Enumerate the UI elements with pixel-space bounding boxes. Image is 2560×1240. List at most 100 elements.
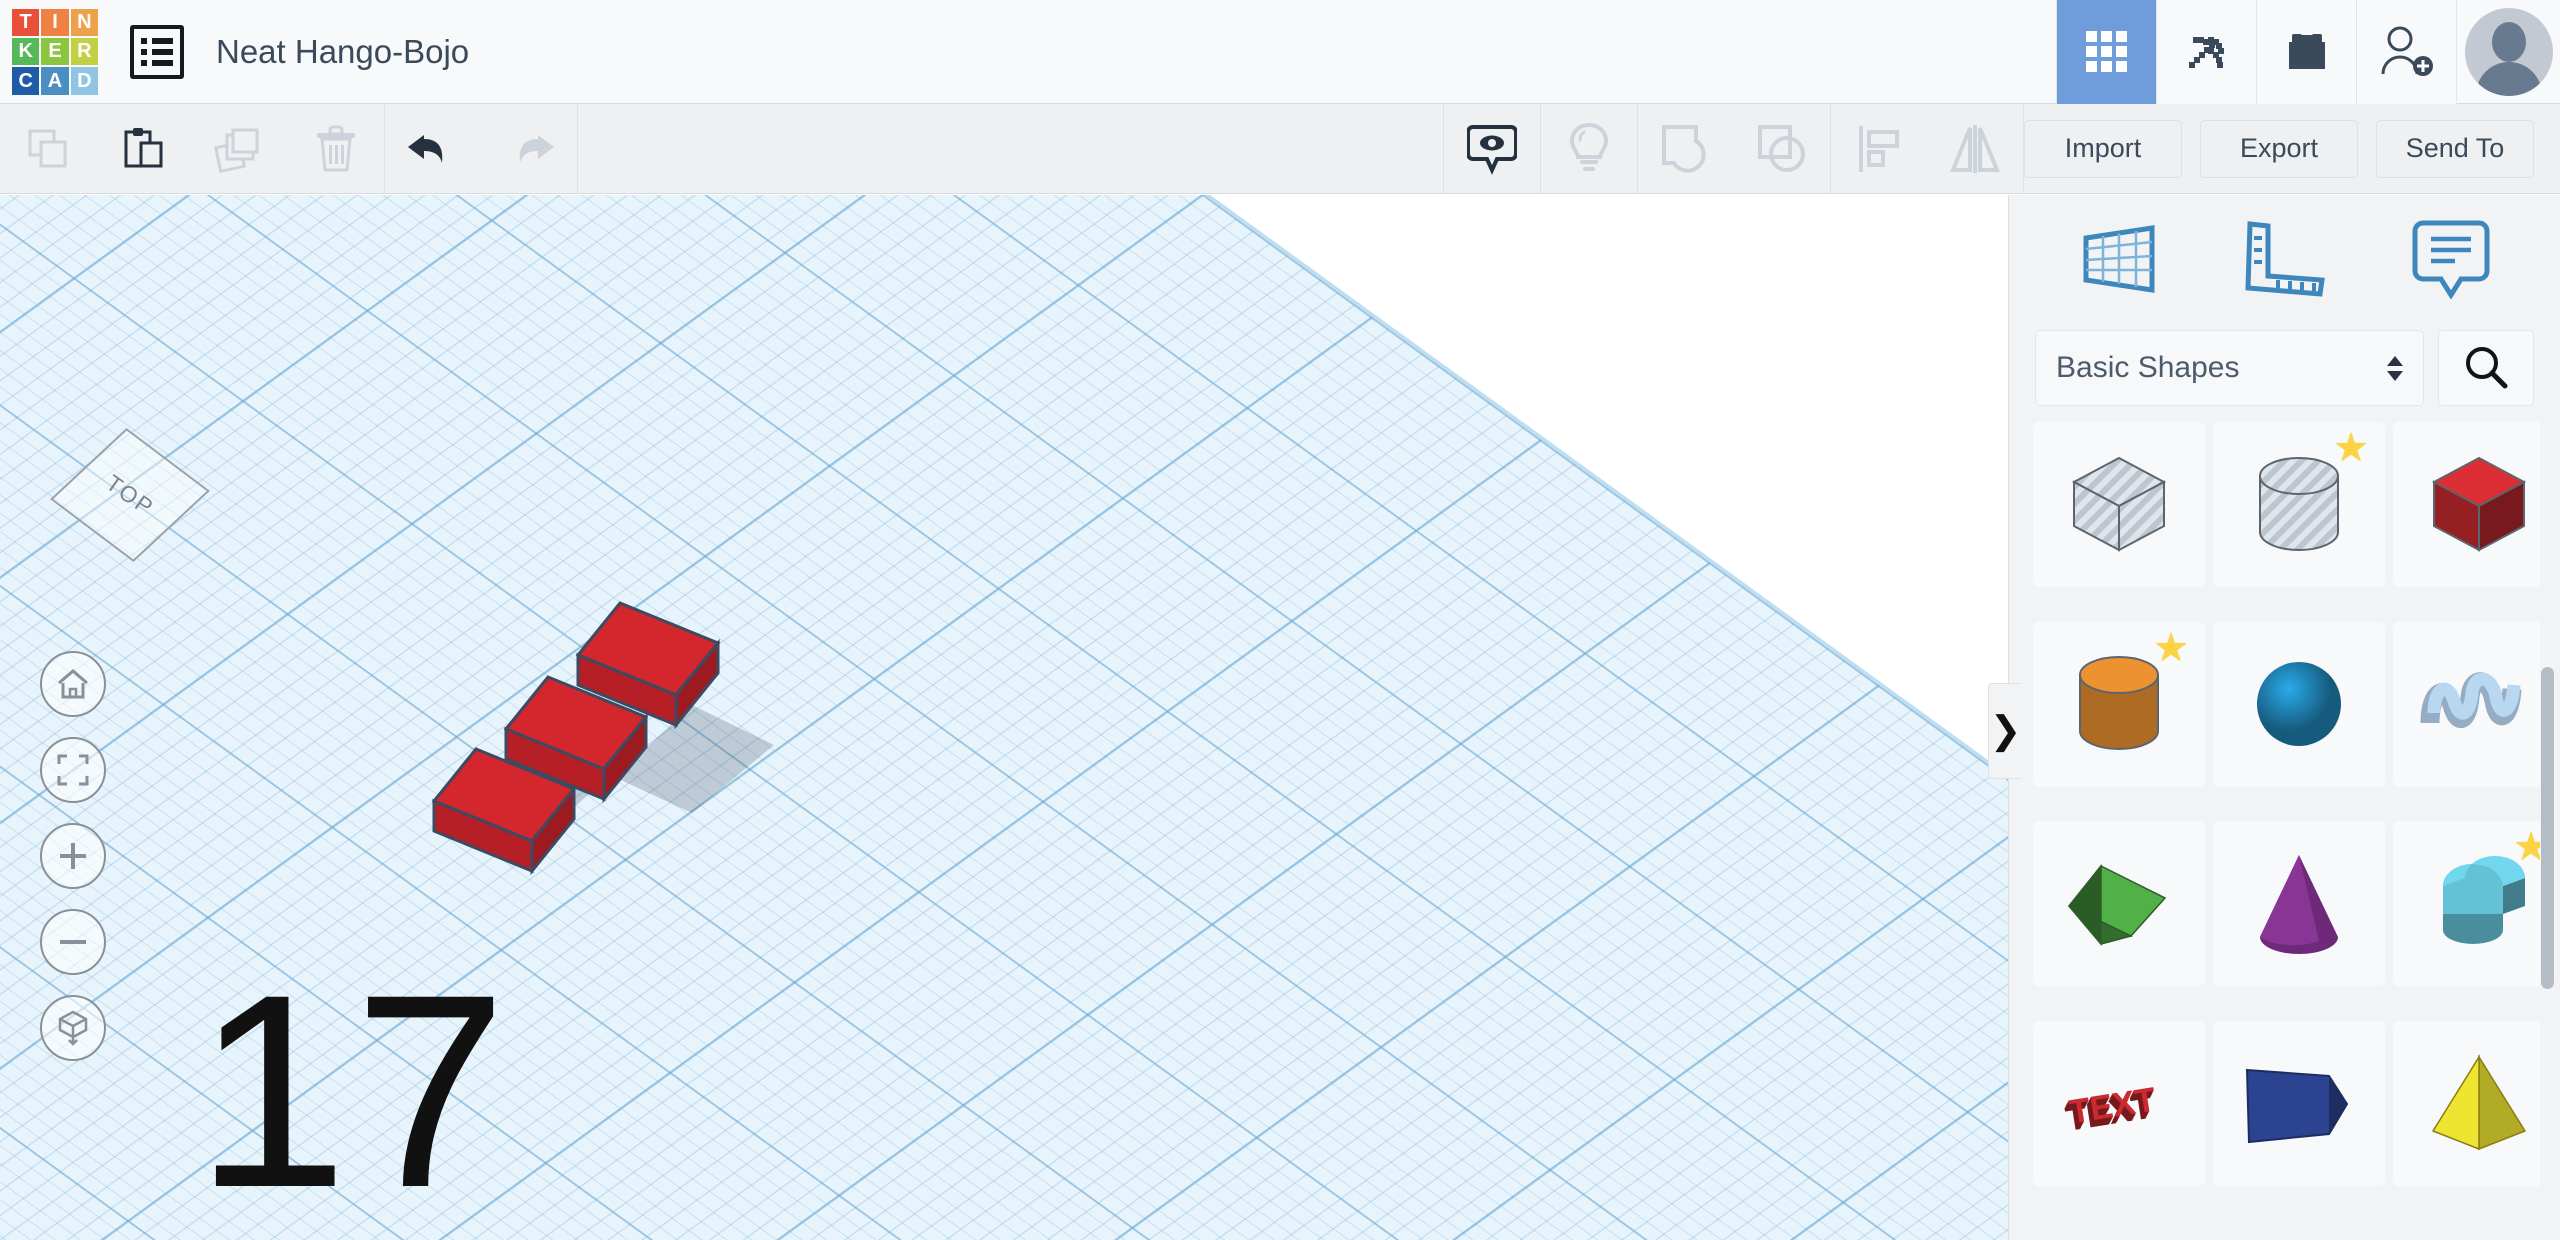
delete-button[interactable] (288, 104, 384, 194)
shape-roof[interactable]: ★ (2393, 821, 2540, 986)
shape-wedge[interactable] (2213, 1020, 2385, 1186)
header-actions (2056, 0, 2560, 104)
duplicate-button[interactable] (192, 104, 288, 194)
polygon-wedge-thumbnail (2245, 1068, 2349, 1144)
shape-pyramid-green[interactable] (2033, 821, 2205, 986)
shape-grid: ★ ★ ★ TEXT TEXT TEXT TEXT TEXT TEXT TEXT (2033, 422, 2540, 1212)
export-button[interactable]: Export (2200, 119, 2358, 178)
mirror-icon (1950, 124, 2000, 173)
ungroup-button[interactable] (1734, 104, 1830, 194)
grid-9-icon (2086, 31, 2127, 72)
cone-thumbnail (2260, 854, 2338, 954)
note-button[interactable] (2411, 217, 2491, 299)
user-avatar-button[interactable] (2456, 0, 2560, 104)
minecraft-button[interactable] (2156, 0, 2256, 104)
trash-icon (317, 125, 355, 171)
show-hide-button[interactable] (1444, 104, 1540, 194)
design-title[interactable]: Neat Hango-Bojo (216, 33, 469, 71)
red-s-tetromino-model[interactable] (430, 585, 800, 885)
scribble-thumbnail (2420, 672, 2522, 728)
fit-to-view-button[interactable] (40, 737, 106, 803)
logo-cell-r: R (70, 37, 98, 66)
home-view-button[interactable] (40, 651, 106, 717)
search-button[interactable] (2438, 330, 2534, 406)
send-to-button[interactable]: Send To (2376, 119, 2534, 178)
lightbulb-icon (1569, 122, 1609, 171)
mirror-button[interactable] (1927, 104, 2023, 194)
workplane-grid-icon (2083, 224, 2155, 293)
align-icon (1859, 125, 1899, 172)
logo-cell-t: T (12, 8, 40, 36)
shape-category-select[interactable]: Basic Shapes (2035, 330, 2424, 406)
workplane-button[interactable] (2078, 218, 2160, 298)
bullet-dot (141, 59, 147, 66)
group-button[interactable] (1638, 104, 1734, 194)
object-tools (1443, 103, 2024, 194)
minus-icon (60, 940, 86, 944)
shape-cone[interactable] (2213, 821, 2385, 986)
viewport-nav-controls (40, 651, 106, 1061)
favorite-star-icon: ★ (2333, 426, 2369, 470)
zoom-out-button[interactable] (40, 909, 106, 975)
shape-pyramid-yellow[interactable] (2393, 1020, 2540, 1186)
shape-text[interactable]: TEXT TEXT TEXT TEXT TEXT TEXT TEXT (2033, 1020, 2205, 1186)
home-icon (58, 669, 88, 699)
invite-button[interactable] (2356, 0, 2456, 104)
transfer-actions: Import Export Send To (2024, 119, 2560, 178)
hole-box-thumbnail (2071, 456, 2167, 552)
chevron-updown-icon (2387, 355, 2403, 381)
align-button[interactable] (1831, 104, 1927, 194)
bullet-line (152, 37, 173, 44)
wedge-pyramid-thumbnail (2067, 863, 2167, 946)
toolbar-divider (577, 103, 578, 194)
logo-cell-e: E (41, 37, 69, 66)
annotation-number: 17 (195, 938, 513, 1240)
shape-box-hole[interactable] (2033, 422, 2205, 587)
blocks-button[interactable] (2256, 0, 2356, 104)
redo-arrow-icon (519, 134, 554, 163)
ruler-button[interactable] (2242, 218, 2328, 298)
avatar (2464, 7, 2553, 96)
panel-tool-icons (2009, 195, 2560, 320)
shape-panel-scrollbar[interactable] (2541, 667, 2554, 989)
copy-button[interactable] (0, 104, 96, 194)
paste-icon (124, 127, 163, 167)
shape-box[interactable] (2393, 422, 2540, 587)
view-mode-button[interactable] (40, 995, 106, 1061)
import-button[interactable]: Import (2024, 119, 2182, 178)
designs-menu-button[interactable] (130, 24, 184, 79)
logo-cell-n: N (70, 8, 98, 36)
shape-search-row: Basic Shapes (2009, 320, 2560, 416)
clipboard-tools (0, 104, 384, 194)
ungroup-shapes-icon (1758, 124, 1805, 172)
paste-button[interactable] (96, 104, 192, 194)
group-shapes-icon (1662, 124, 1706, 173)
sphere-thumbnail (2257, 662, 2341, 746)
main-toolbar: Import Export Send To (0, 103, 2560, 194)
undo-button[interactable] (385, 104, 481, 194)
zoom-in-button[interactable] (40, 823, 106, 889)
shape-sphere[interactable] (2213, 621, 2385, 787)
gallery-grid-button[interactable] (2056, 0, 2156, 104)
model-geometry (431, 601, 774, 876)
redo-button[interactable] (481, 104, 577, 194)
view-cube-label: TOP (101, 468, 160, 521)
shape-cylinder-hole[interactable]: ★ (2213, 422, 2385, 587)
ruler-icon (2245, 220, 2326, 297)
pickaxe-icon (2188, 36, 2224, 68)
favorite-star-icon: ★ (2153, 625, 2189, 670)
logo-cell-d: D (70, 67, 98, 95)
shapes-panel: Basic Shapes ★ ★ ★ TEXT TEXT TEXT TEXT TEXT TEXT… (2008, 195, 2560, 1240)
shape-cylinder[interactable]: ★ (2033, 621, 2205, 787)
light-button[interactable] (1541, 104, 1637, 194)
shape-scribble[interactable] (2393, 621, 2540, 787)
add-user-icon (2381, 26, 2433, 76)
box-thumbnail (2431, 456, 2527, 552)
duplicate-icon (214, 128, 259, 173)
tinkercad-logo[interactable]: TIN KER CAD (12, 8, 98, 95)
bullet-line (152, 59, 173, 66)
panel-collapse-button[interactable]: ❯ (1988, 683, 2022, 779)
bullet-line (152, 48, 173, 55)
3d-viewport[interactable]: TOP 17 (0, 195, 2008, 1240)
ortho-cube-icon (58, 1010, 88, 1046)
